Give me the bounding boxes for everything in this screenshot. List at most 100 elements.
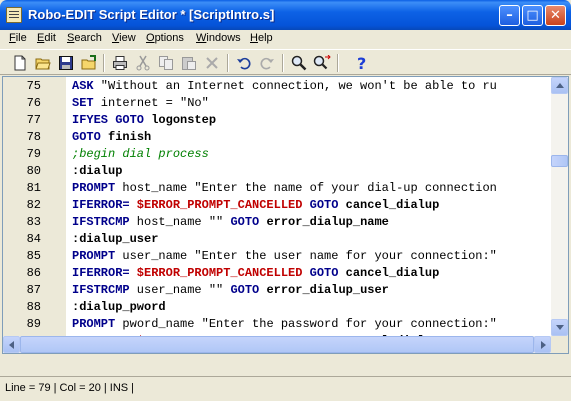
keyword-token: SET [72, 96, 94, 110]
line-number: 80 [26, 164, 41, 178]
horizontal-scroll-thumb[interactable] [20, 336, 534, 353]
replace-icon[interactable] [312, 53, 332, 73]
code-text[interactable]: GOTO finish [72, 129, 551, 146]
code-text[interactable]: PROMPT pword_name "Enter the password fo… [72, 316, 551, 333]
find-icon[interactable] [289, 53, 309, 73]
code-text[interactable]: ;begin dial process [72, 146, 551, 163]
scrollbar-corner [551, 336, 568, 353]
copy-icon[interactable] [156, 53, 176, 73]
menu-windows[interactable]: Windows [196, 32, 241, 44]
code-line[interactable]: 77 IFYES GOTO logonstep [3, 112, 551, 129]
label-token: finish [100, 130, 152, 144]
text-token: internet = "No" [93, 96, 209, 110]
paste-icon[interactable] [179, 53, 199, 73]
keyword-token: GOTO [230, 283, 260, 297]
code-lines[interactable]: 75 ASK "Without an Internet connection, w… [3, 77, 551, 353]
comment-token: ;begin dial process [72, 147, 209, 161]
cut-icon[interactable] [133, 53, 153, 73]
code-text[interactable]: :dialup [72, 163, 551, 180]
keyword-token: PROMPT [72, 181, 116, 195]
keyword-token: IFYES GOTO [72, 113, 145, 127]
code-text[interactable]: IFERROR= $ERROR_PROMPT_CANCELLED GOTO ca… [72, 197, 551, 214]
menu-options[interactable]: Options [146, 32, 184, 44]
error-constant-token: $ERROR_PROMPT_CANCELLED [129, 266, 303, 280]
code-text[interactable]: IFERROR= $ERROR_PROMPT_CANCELLED GOTO ca… [72, 265, 551, 282]
code-text[interactable]: :dialup_pword [72, 299, 551, 316]
title-bar[interactable]: Robo-EDIT Script Editor * [ScriptIntro.s… [0, 0, 571, 30]
error-constant-token: $ERROR_PROMPT_CANCELLED [129, 198, 303, 212]
code-text[interactable]: SET internet = "No" [72, 95, 551, 112]
delete-icon[interactable] [202, 53, 222, 73]
menu-edit[interactable]: Edit [37, 32, 56, 44]
keyword-token: IFSTRCMP [72, 215, 130, 229]
app-icon[interactable] [6, 7, 22, 23]
label-token: error_dialup_user [259, 283, 389, 297]
toolbar-separator [227, 54, 229, 72]
menu-bar: File Edit Search View Options Windows He… [0, 30, 571, 48]
code-line[interactable]: 76 SET internet = "No" [3, 95, 551, 112]
print-icon[interactable] [110, 53, 130, 73]
cursor-position-status: Line = 79 | Col = 20 | INS | [5, 382, 135, 394]
code-text[interactable]: IFSTRCMP user_name "" GOTO error_dialup_… [72, 282, 551, 299]
code-editor[interactable]: 75 ASK "Without an Internet connection, w… [2, 76, 569, 354]
code-line[interactable]: 84 :dialup_user [3, 231, 551, 248]
text-token: user_name "Enter the user name for your … [115, 249, 497, 263]
line-number: 75 [26, 79, 41, 93]
new-file-icon[interactable] [10, 53, 30, 73]
line-number: 83 [26, 215, 41, 229]
horizontal-scrollbar[interactable] [3, 336, 551, 353]
keyword-token: PROMPT [72, 249, 116, 263]
code-text[interactable]: IFYES GOTO logonstep [72, 112, 551, 129]
code-text[interactable]: PROMPT host_name "Enter the name of your… [72, 180, 551, 197]
menu-file[interactable]: File [9, 32, 27, 44]
minimize-button[interactable]: – [499, 5, 520, 26]
chevron-left-icon [9, 341, 14, 349]
code-line[interactable]: 86 IFERROR= $ERROR_PROMPT_CANCELLED GOTO … [3, 265, 551, 282]
code-line[interactable]: 88:dialup_pword [3, 299, 551, 316]
code-line[interactable]: 87 IFSTRCMP user_name "" GOTO error_dialu… [3, 282, 551, 299]
maximize-icon: □ [526, 8, 539, 23]
code-text[interactable]: :dialup_user [72, 231, 551, 248]
help-icon[interactable]: ? [352, 53, 372, 73]
open-project-icon[interactable] [79, 53, 99, 73]
vertical-scrollbar[interactable] [551, 77, 568, 336]
save-icon[interactable] [56, 53, 76, 73]
code-line[interactable]: 81 PROMPT host_name "Enter the name of yo… [3, 180, 551, 197]
code-line[interactable]: 85 PROMPT user_name "Enter the user name … [3, 248, 551, 265]
code-text[interactable]: IFSTRCMP host_name "" GOTO error_dialup_… [72, 214, 551, 231]
open-folder-icon[interactable] [33, 53, 53, 73]
toolbar-separator [282, 54, 284, 72]
label-token: :dialup [72, 164, 123, 178]
code-text[interactable]: PROMPT user_name "Enter the user name fo… [72, 248, 551, 265]
code-line[interactable]: 78 GOTO finish [3, 129, 551, 146]
redo-icon[interactable] [257, 53, 277, 73]
scroll-up-button[interactable] [551, 77, 568, 94]
menu-view[interactable]: View [112, 32, 136, 44]
line-number: 76 [26, 96, 41, 110]
code-line[interactable]: 80 :dialup [3, 163, 551, 180]
label-token: cancel_dialup [338, 266, 440, 280]
code-line[interactable]: 82 IFERROR= $ERROR_PROMPT_CANCELLED GOTO … [3, 197, 551, 214]
vertical-scroll-thumb[interactable] [551, 155, 568, 167]
chevron-down-icon [556, 325, 564, 330]
menu-help[interactable]: Help [250, 32, 273, 44]
line-number: 89 [26, 317, 41, 331]
label-token: :dialup_pword [72, 300, 166, 314]
scroll-right-button[interactable] [534, 336, 551, 353]
code-line[interactable]: 75 ASK "Without an Internet connection, w… [3, 78, 551, 95]
scroll-down-button[interactable] [551, 319, 568, 336]
line-number: 87 [26, 283, 41, 297]
code-text[interactable]: ASK "Without an Internet connection, we … [72, 78, 551, 95]
keyword-token: IFERROR= [72, 266, 130, 280]
close-button[interactable]: ✕ [545, 5, 566, 26]
status-bar: Line = 79 | Col = 20 | INS | [0, 376, 571, 401]
menu-search[interactable]: Search [67, 32, 102, 44]
keyword-token: PROMPT [72, 317, 116, 331]
maximize-button[interactable]: □ [522, 5, 543, 26]
code-line[interactable]: 89 PROMPT pword_name "Enter the password … [3, 316, 551, 333]
code-line[interactable]: 83 IFSTRCMP host_name "" GOTO error_dialu… [3, 214, 551, 231]
line-number: 84 [26, 232, 41, 246]
undo-icon[interactable] [234, 53, 254, 73]
code-line[interactable]: 79 ;begin dial process [3, 146, 551, 163]
scroll-left-button[interactable] [3, 336, 20, 353]
